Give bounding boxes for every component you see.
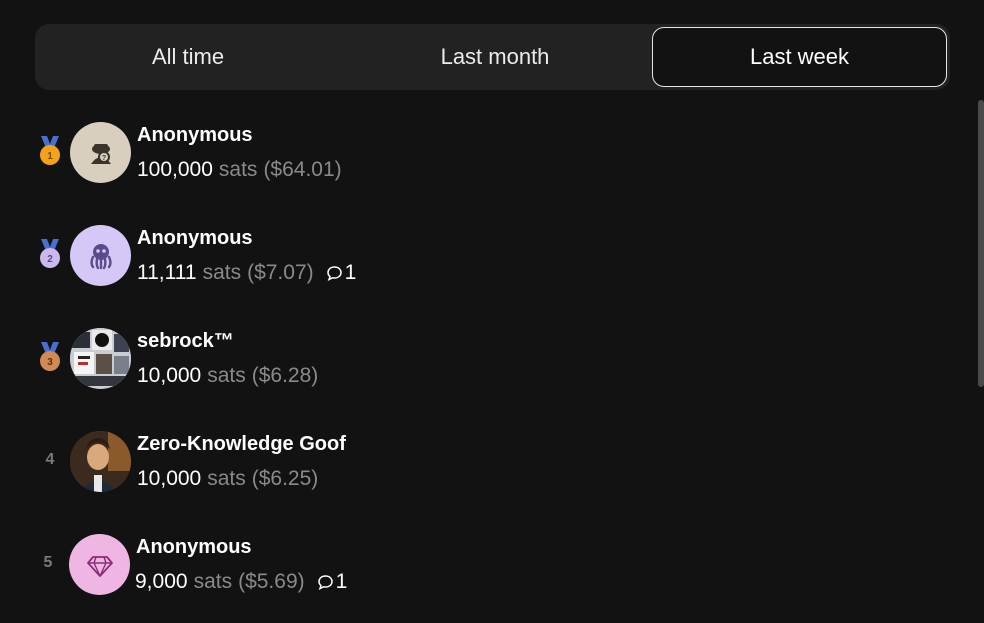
sats-amount: 100,000 <box>137 158 213 181</box>
svg-text:?: ? <box>101 155 105 162</box>
comment-count-value: 1 <box>335 570 348 593</box>
leaderboard-row[interactable]: 1 ? Anonymous 100,000 sats ($64.01) <box>0 118 960 190</box>
user-name[interactable]: Anonymous <box>136 536 252 559</box>
sats-unit: sats <box>193 570 233 593</box>
sats-amount: 10,000 <box>137 467 202 490</box>
svg-text:2: 2 <box>47 254 53 265</box>
gold-medal-icon: 1 <box>36 136 64 166</box>
user-name[interactable]: Zero-Knowledge Goof <box>137 433 346 456</box>
usd-value: ($6.28) <box>251 364 319 387</box>
user-name[interactable]: sebrock™ <box>137 330 234 353</box>
usd-value: ($64.01) <box>263 158 342 181</box>
diamond-avatar[interactable] <box>69 534 130 595</box>
photo-collage-avatar[interactable] <box>70 328 131 389</box>
rank-number: 5 <box>43 554 53 571</box>
sats-unit: sats <box>202 261 242 284</box>
person-photo-avatar[interactable] <box>70 431 131 492</box>
tab-all-time[interactable]: All time <box>38 27 338 87</box>
tab-last-month[interactable]: Last month <box>338 27 652 87</box>
zap-amount: 11,111 sats ($7.07) 1 <box>137 261 356 285</box>
octopus-avatar[interactable] <box>70 225 131 286</box>
usd-value: ($6.25) <box>251 467 319 490</box>
sats-unit: sats <box>207 364 246 387</box>
bronze-medal-icon: 3 <box>36 342 64 372</box>
leaderboard-row[interactable]: 4 Zero-Knowledge Goof 10,000 sats ($6.25… <box>0 427 960 499</box>
sats-amount: 10,000 <box>137 364 202 387</box>
comment-bubble-icon <box>317 575 333 590</box>
comment-bubble-icon <box>326 266 342 281</box>
comment-count[interactable]: 1 <box>317 570 348 594</box>
leaderboard-row[interactable]: 5 Anonymous 9,000 sats ($5.69) 1 <box>0 530 960 602</box>
zap-amount: 100,000 sats ($64.01) <box>137 158 342 182</box>
anonymous-hat-avatar[interactable]: ? <box>70 122 131 183</box>
sats-unit: sats <box>218 158 258 181</box>
usd-value: ($7.07) <box>247 261 314 284</box>
scrollbar[interactable] <box>978 100 984 387</box>
zap-amount: 9,000 sats ($5.69) 1 <box>135 570 347 594</box>
comment-count-value: 1 <box>344 261 357 284</box>
comment-count[interactable]: 1 <box>326 261 357 285</box>
sats-unit: sats <box>207 467 246 490</box>
user-name[interactable]: Anonymous <box>137 227 253 250</box>
tab-last-week[interactable]: Last week <box>652 27 947 87</box>
rank-number: 4 <box>45 451 55 468</box>
user-name[interactable]: Anonymous <box>137 124 253 147</box>
time-range-tabs: All time Last month Last week <box>35 24 950 90</box>
silver-medal-icon: 2 <box>36 239 64 269</box>
usd-value: ($5.69) <box>238 570 305 593</box>
sats-amount: 9,000 <box>135 570 188 593</box>
svg-text:3: 3 <box>47 357 53 368</box>
leaderboard-row[interactable]: 2 Anonymous 11,111 sats ($7.07) 1 <box>0 221 960 293</box>
leaderboard-row[interactable]: 3 sebrock™ 10,000 sats ($6.28) <box>0 324 960 396</box>
sats-amount: 11,111 <box>137 261 197 284</box>
zap-amount: 10,000 sats ($6.25) <box>137 467 318 491</box>
zap-amount: 10,000 sats ($6.28) <box>137 364 318 388</box>
svg-text:1: 1 <box>47 151 53 162</box>
